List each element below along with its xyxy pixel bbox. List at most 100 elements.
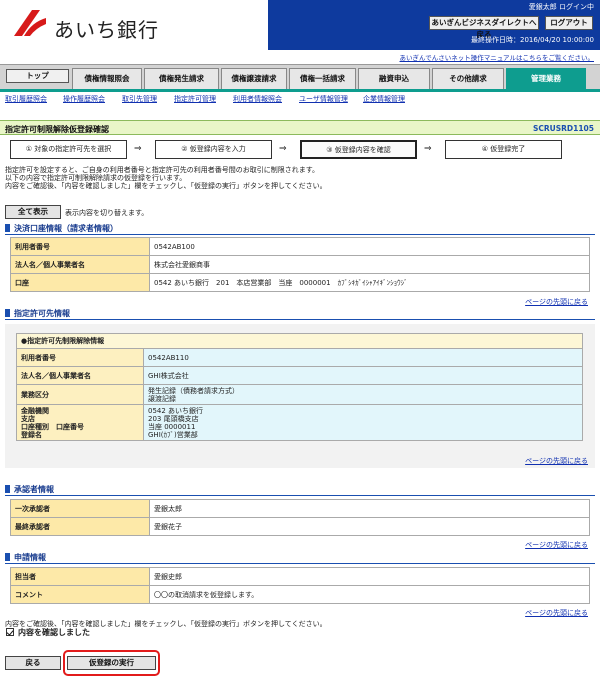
section-divider [5, 319, 595, 320]
last-operation-time: 最終操作日時：2016/04/20 10:00:00 [470, 36, 594, 44]
screen-id: SCRUSRD1105 [532, 124, 594, 133]
sub-navigation: 取引履歴照会 操作履歴照会 取引先管理 指定許可管理 利用者情報照会 ユーザ情報… [0, 92, 600, 106]
subnav-permission[interactable]: 指定許可管理 [174, 94, 216, 104]
main-tabs: トップ 債権情報照会 債権発生請求 債権譲渡請求 債権一括請求 融資申込 その他… [0, 64, 600, 89]
table-row: 担当者 愛銀史郎 [10, 567, 590, 586]
subnav-user-manage[interactable]: ユーザ情報管理 [299, 94, 348, 104]
value-account: 当座 0000011 [148, 422, 196, 431]
instruction-line: 以下の内容で指定許可制限解除請求の仮登録を行います。 [5, 174, 187, 182]
table-row: 法人名／個人事業者名 株式会社愛銀商事 [10, 255, 590, 274]
label-reg-name: 登録名 [21, 430, 42, 439]
biz-type: 譲渡記録 [148, 394, 176, 403]
step-input: ② 仮登録内容を入力 [155, 140, 272, 159]
applicant-table: 担当者 愛銀史郎 コメント 〇〇の取消請求を仮登録します。 [10, 567, 590, 604]
manual-link[interactable]: あいぎんでんさいネット操作マニュアルはこちらをご覧ください。 [400, 52, 594, 62]
section-settlement-title: 決済口座情報（請求者情報） [5, 223, 118, 234]
subnav-company-manage[interactable]: 企業情報管理 [363, 94, 405, 104]
permitted-table: ●指定許可先制限解除情報 利用者番号 0542AB110 法人名／個人事業者名 GH… [16, 333, 583, 441]
section-permitted-title: 指定許可先情報 [5, 308, 70, 319]
show-all-button[interactable]: 全て表示 [5, 205, 61, 219]
tab-bond-issue[interactable]: 債権発生請求 [144, 68, 219, 89]
logout-button[interactable]: ログアウト [545, 16, 593, 30]
approver-table: 一次承認者 愛銀太郎 最終承認者 愛銀花子 [10, 499, 590, 536]
field-label: 最終承認者 [10, 517, 150, 536]
field-value: 0542AB100 [149, 237, 590, 256]
subnav-partner[interactable]: 取引先管理 [122, 94, 157, 104]
tab-top[interactable]: トップ [6, 69, 69, 83]
section-divider [5, 563, 595, 564]
field-value: GHI株式会社 [143, 366, 583, 385]
back-to-top-link[interactable]: ページの先頭に戻る [525, 297, 588, 307]
header: あいち銀行 愛銀太郎 ログイン中 あいぎんビジネスダイレクトへ戻る ログアウト … [0, 0, 600, 62]
step-arrow: ⇒ [134, 144, 142, 154]
subnav-operation-history[interactable]: 操作履歴照会 [63, 94, 105, 104]
step-arrow: ⇒ [424, 144, 432, 154]
back-button[interactable]: 戻る [5, 656, 61, 670]
table-row: コメント 〇〇の取消請求を仮登録します。 [10, 585, 590, 604]
field-label: 法人名／個人事業者名 [10, 255, 150, 274]
section-divider [5, 234, 595, 235]
field-value: 〇〇の取消請求を仮登録します。 [149, 585, 590, 604]
section-divider [5, 495, 595, 496]
settlement-table: 利用者番号 0542AB100 法人名／個人事業者名 株式会社愛銀商事 口座 0542… [10, 237, 590, 292]
field-label: 担当者 [10, 567, 150, 586]
permitted-subtitle: ●指定許可先制限解除情報 [16, 333, 583, 349]
tab-bond-batch[interactable]: 債権一括請求 [289, 68, 356, 89]
tab-loan[interactable]: 融資申込 [358, 68, 430, 89]
subnav-transaction-history[interactable]: 取引履歴照会 [5, 94, 47, 104]
step-arrow: ⇒ [279, 144, 287, 154]
page-title-bar: 指定許可制限解除仮登録確認 SCRUSRD1105 [0, 120, 600, 135]
table-row: 法人名／個人事業者名 GHI株式会社 [16, 366, 583, 385]
field-label: コメント [10, 585, 150, 604]
back-to-top-link[interactable]: ページの先頭に戻る [525, 540, 588, 550]
tab-admin[interactable]: 管理業務 [506, 68, 586, 89]
section-approver-title: 承認者情報 [5, 484, 54, 495]
tab-bond-transfer[interactable]: 債権譲渡請求 [221, 68, 287, 89]
step-confirm: ③ 仮登録内容を確認 [300, 140, 417, 159]
instruction-line: 指定許可を設定すると、ご自身の利用者番号と指定許可先の利用者番号間のお取引に制限… [5, 166, 320, 174]
field-value: 愛銀史郎 [149, 567, 590, 586]
tab-bond-inquiry[interactable]: 債権情報照会 [72, 68, 142, 89]
bank-name: あいち銀行 [54, 18, 159, 42]
back-to-top-link[interactable]: ページの先頭に戻る [525, 456, 588, 466]
instruction-line: 内容をご確認後、「内容を確認しました」欄をチェックし、「仮登録の実行」ボタンを押… [5, 182, 327, 190]
page-title: 指定許可制限解除仮登録確認 [5, 125, 109, 134]
execute-registration-button[interactable]: 仮登録の実行 [67, 656, 156, 670]
field-value: 発生記録（債務者請求方式） 譲渡記録 [143, 384, 583, 405]
confirm-label[interactable]: 内容を確認しました [18, 627, 90, 638]
show-all-note: 表示内容を切り替えます。 [65, 209, 149, 217]
table-row: 業務区分 発生記録（債務者請求方式） 譲渡記録 [16, 384, 583, 405]
field-label: 金融機関 支店 口座種別 口座番号 登録名 [16, 404, 144, 441]
table-row: 最終承認者 愛銀花子 [10, 517, 590, 536]
field-label: 利用者番号 [16, 348, 144, 367]
table-row: 利用者番号 0542AB100 [10, 237, 590, 256]
label-account: 口座種別 口座番号 [21, 422, 84, 431]
section-applicant-title: 申請情報 [5, 552, 46, 563]
label-bank: 金融機関 [21, 406, 49, 415]
instructions: 指定許可を設定すると、ご自身の利用者番号と指定許可先の利用者番号間のお取引に制限… [5, 166, 595, 190]
field-label: 業務区分 [16, 384, 144, 405]
subnav-user-info[interactable]: 利用者情報照会 [233, 94, 282, 104]
field-label: 口座 [10, 273, 150, 292]
value-branch: 203 尾頭橋支店 [148, 414, 199, 423]
field-value: 0542 あいち銀行 201 本店営業部 当座 0000001 ｶﾌﾞｼｷｶﾞｲ… [149, 273, 590, 292]
confirm-checkbox[interactable] [6, 628, 14, 636]
back-to-top-link[interactable]: ページの先頭に戻る [525, 608, 588, 618]
field-label: 一次承認者 [10, 499, 150, 518]
value-reg-name: GHI(ｶﾌﾞ)営業部 [148, 430, 198, 439]
username: 愛銀太郎 ログイン中 [528, 3, 594, 11]
business-direct-button[interactable]: あいぎんビジネスダイレクトへ戻る [429, 16, 539, 39]
field-label: 利用者番号 [10, 237, 150, 256]
step-complete: ④ 仮登録完了 [445, 140, 562, 159]
table-row: 利用者番号 0542AB110 [16, 348, 583, 367]
field-value: 0542AB110 [143, 348, 583, 367]
step-select: ① 対象の指定許可先を選択 [10, 140, 127, 159]
field-value: 愛銀太郎 [149, 499, 590, 518]
biz-type: 発生記録（債務者請求方式） [148, 386, 239, 395]
field-value: 愛銀花子 [149, 517, 590, 536]
bank-logo-icon [14, 10, 46, 36]
tab-other[interactable]: その他請求 [432, 68, 504, 89]
table-row: 金融機関 支店 口座種別 口座番号 登録名 0542 あいち銀行 203 尾頭橋… [16, 404, 583, 441]
label-branch: 支店 [21, 414, 35, 423]
field-label: 法人名／個人事業者名 [16, 366, 144, 385]
